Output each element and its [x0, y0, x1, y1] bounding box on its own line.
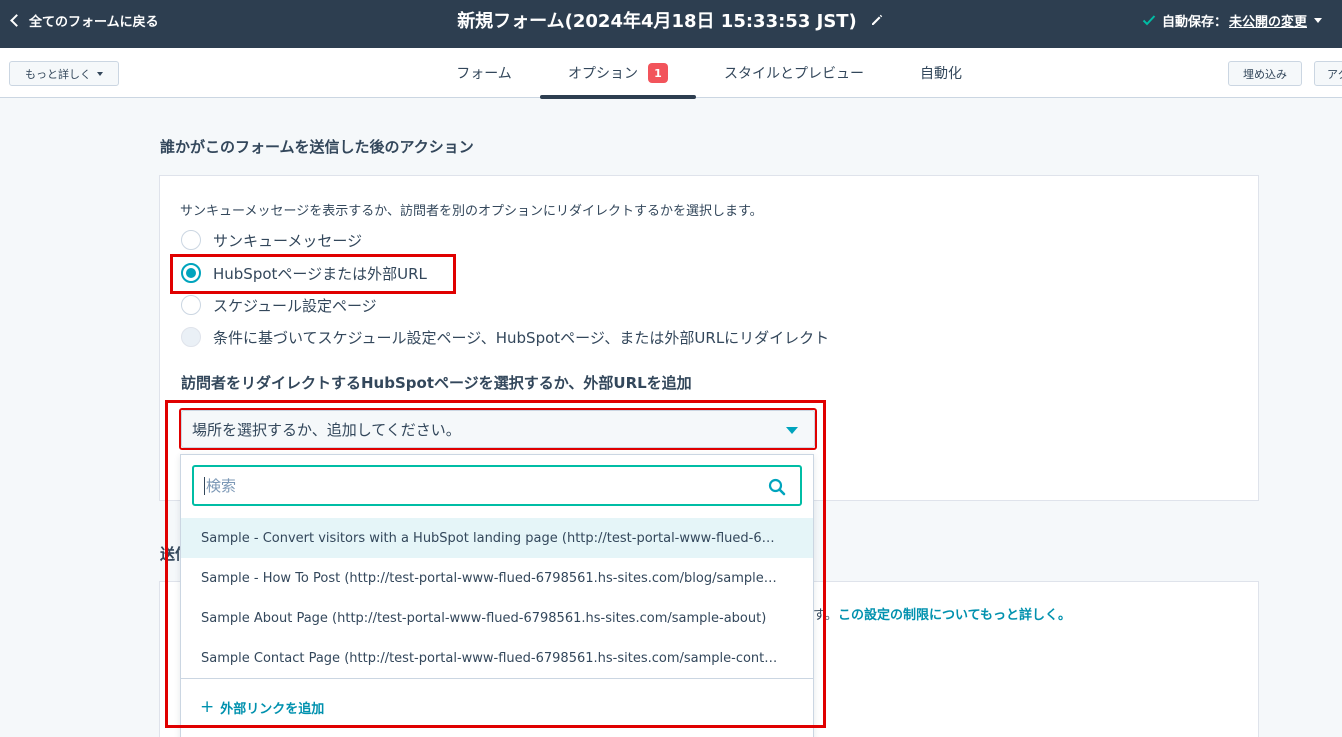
radio-button[interactable] — [181, 230, 201, 250]
autosave-status: 自動保存： 未公開の変更 — [1142, 0, 1322, 40]
dropdown-option[interactable]: Sample - How To Post (http://test-portal… — [181, 558, 813, 598]
tab-style-preview[interactable]: スタイルとプレビュー — [710, 48, 878, 98]
add-external-link-label: 外部リンクを追加 — [220, 701, 325, 717]
radio-thank-you[interactable]: サンキューメッセージ — [181, 229, 362, 251]
radio-label: 条件に基づいてスケジュール設定ページ、HubSpotページ、または外部URLにリ… — [213, 328, 830, 347]
search-icon[interactable] — [768, 478, 786, 496]
check-icon — [1142, 15, 1156, 26]
embed-label: 埋め込み — [1243, 67, 1287, 81]
dropdown-option[interactable]: Sample About Page (http://test-portal-ww… — [181, 598, 813, 638]
action-button-label: アク — [1327, 67, 1342, 81]
tab-form[interactable]: フォーム — [442, 48, 526, 98]
add-external-link-button[interactable]: + 外部リンクを追加 — [200, 697, 324, 717]
embed-button[interactable]: 埋め込み — [1228, 61, 1302, 86]
radio-button[interactable] — [181, 295, 201, 315]
tab-options[interactable]: オプション 1 — [540, 48, 696, 99]
unpublished-changes-link[interactable]: 未公開の変更 — [1229, 11, 1307, 30]
radio-scheduling-page[interactable]: スケジュール設定ページ — [181, 294, 377, 316]
radio-conditional-redirect[interactable]: 条件に基づいてスケジュール設定ページ、HubSpotページ、または外部URLにリ… — [181, 326, 829, 348]
section-heading: 誰かがこのフォームを送信した後のアクション — [160, 138, 474, 156]
search-input[interactable]: 検索 — [192, 465, 802, 506]
action-button[interactable]: アク — [1314, 61, 1342, 86]
text-cursor — [204, 476, 205, 495]
location-select[interactable]: 場所を選択するか、追加してください。 — [181, 410, 815, 448]
radio-button-checked[interactable] — [181, 263, 201, 283]
radio-label: スケジュール設定ページ — [213, 296, 377, 315]
limitations-learn-more-link[interactable]: この設定の制限についてもっと詳しく。 — [838, 604, 1071, 623]
radio-button-disabled[interactable] — [181, 327, 201, 347]
plus-icon: + — [200, 697, 215, 717]
tab-style-preview-label: スタイルとプレビュー — [724, 66, 864, 82]
caret-down-icon — [786, 427, 798, 434]
top-bar: 全てのフォームに戻る 新規フォーム(2024年4月18日 15:33:53 JS… — [0, 0, 1342, 48]
tab-form-label: フォーム — [456, 66, 512, 82]
radio-label: HubSpotページまたは外部URL — [213, 264, 427, 283]
dropdown-option[interactable]: Sample - Convert visitors with a HubSpot… — [181, 518, 813, 558]
pencil-icon[interactable] — [869, 12, 885, 28]
panel2-heading: 送信 — [160, 545, 180, 563]
dropdown-option[interactable]: Sample Contact Page (http://test-portal-… — [181, 638, 813, 678]
dropdown-divider — [181, 678, 813, 679]
caret-down-icon[interactable] — [1314, 17, 1322, 23]
radio-hubspot-url[interactable]: HubSpotページまたは外部URL — [181, 262, 427, 284]
options-badge: 1 — [648, 63, 668, 83]
autosave-label: 自動保存： — [1161, 14, 1227, 30]
location-select-placeholder: 場所を選択するか、追加してください。 — [192, 420, 461, 439]
caret-down-icon — [97, 71, 103, 76]
redirect-heading: 訪問者をリダイレクトするHubSpotページを選択するか、外部URLを追加 — [181, 374, 692, 392]
panel2-text-tail: す。 — [813, 608, 838, 623]
actions-description: サンキューメッセージを表示するか、訪問者を別のオプションにリダイレクトするかを選… — [180, 204, 763, 219]
more-details-button[interactable]: もっと詳しく — [9, 61, 119, 86]
tab-bar: もっと詳しく フォーム オプション 1 スタイルとプレビュー 自動化 埋め込み … — [0, 48, 1342, 99]
more-details-label: もっと詳しく — [25, 67, 91, 81]
search-placeholder: 検索 — [206, 477, 237, 495]
tab-automation-label: 自動化 — [920, 66, 962, 82]
form-title-area: 新規フォーム(2024年4月18日 15:33:53 JST) — [0, 0, 1342, 40]
radio-label: サンキューメッセージ — [213, 231, 363, 250]
form-title: 新規フォーム(2024年4月18日 15:33:53 JST) — [457, 11, 857, 32]
tab-options-label: オプション — [568, 66, 638, 82]
tab-automation[interactable]: 自動化 — [906, 48, 976, 98]
